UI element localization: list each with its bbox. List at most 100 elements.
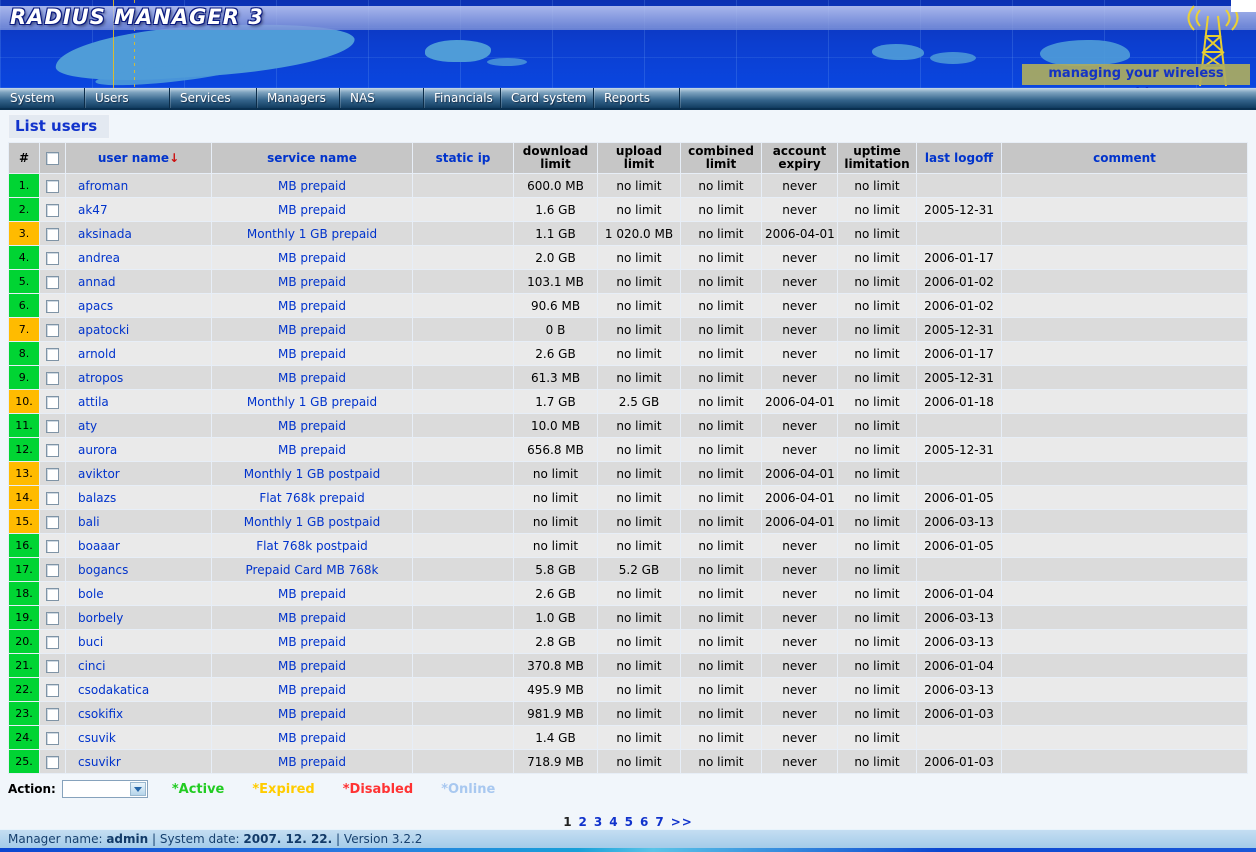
action-label: Action:	[8, 782, 56, 796]
col-header-last-logoff[interactable]: last logoff	[917, 143, 1001, 173]
row-checkbox[interactable]	[46, 588, 59, 601]
row-checkbox[interactable]	[46, 228, 59, 241]
user-name-link[interactable]: bole	[66, 582, 211, 605]
user-name-link[interactable]: buci	[66, 630, 211, 653]
nav-item-managers[interactable]: Managers	[257, 88, 340, 108]
user-name-link[interactable]: apatocki	[66, 318, 211, 341]
user-name-link[interactable]: bali	[66, 510, 211, 533]
user-name-link[interactable]: aksinada	[66, 222, 211, 245]
user-name-link[interactable]: aviktor	[66, 462, 211, 485]
pagination: 1234567>>	[8, 815, 1248, 829]
action-select[interactable]	[62, 780, 148, 798]
col-header-service-name[interactable]: service name	[212, 143, 412, 173]
col-header-comment[interactable]: comment	[1002, 143, 1247, 173]
download-limit-cell: 1.6 GB	[514, 198, 597, 221]
nav-item-card-system[interactable]: Card system	[501, 88, 594, 108]
last-logoff-cell: 2006-01-03	[917, 750, 1001, 773]
user-name-link[interactable]: arnold	[66, 342, 211, 365]
row-number-badge: 7.	[9, 318, 39, 341]
row-checkbox[interactable]	[46, 324, 59, 337]
nav-item-nas[interactable]: NAS	[340, 88, 424, 108]
upload-limit-cell: no limit	[598, 750, 680, 773]
row-checkbox[interactable]	[46, 684, 59, 697]
page-link-2[interactable]: 2	[579, 815, 588, 829]
service-name-cell: MB prepaid	[212, 270, 412, 293]
comment-cell	[1002, 486, 1247, 509]
last-logoff-cell	[917, 414, 1001, 437]
user-name-link[interactable]: csokifix	[66, 702, 211, 725]
page-link-4[interactable]: 4	[609, 815, 618, 829]
page-link-3[interactable]: 3	[594, 815, 603, 829]
account-expiry-cell: never	[762, 270, 837, 293]
user-name-link[interactable]: bogancs	[66, 558, 211, 581]
nav-item-users[interactable]: Users	[85, 88, 170, 108]
comment-cell	[1002, 366, 1247, 389]
page-link-6[interactable]: 6	[640, 815, 649, 829]
comment-cell	[1002, 462, 1247, 485]
user-name-link[interactable]: aty	[66, 414, 211, 437]
table-row: 13.aviktorMonthly 1 GB postpaidno limitn…	[9, 462, 1247, 485]
user-name-link[interactable]: apacs	[66, 294, 211, 317]
row-checkbox[interactable]	[46, 420, 59, 433]
page-link-7[interactable]: 7	[655, 815, 664, 829]
nav-item-reports[interactable]: Reports	[594, 88, 680, 108]
user-name-link[interactable]: csodakatica	[66, 678, 211, 701]
row-checkbox[interactable]	[46, 468, 59, 481]
row-checkbox[interactable]	[46, 300, 59, 313]
static-ip-cell	[413, 654, 513, 677]
download-limit-cell: 0 B	[514, 318, 597, 341]
table-row: 12.auroraMB prepaid656.8 MBno limitno li…	[9, 438, 1247, 461]
user-name-link[interactable]: attila	[66, 390, 211, 413]
user-name-link[interactable]: andrea	[66, 246, 211, 269]
static-ip-cell	[413, 342, 513, 365]
row-checkbox[interactable]	[46, 756, 59, 769]
user-name-link[interactable]: borbely	[66, 606, 211, 629]
row-checkbox[interactable]	[46, 708, 59, 721]
nav-item-financials[interactable]: Financials	[424, 88, 501, 108]
user-name-link[interactable]: ak47	[66, 198, 211, 221]
row-checkbox[interactable]	[46, 204, 59, 217]
user-name-link[interactable]: balazs	[66, 486, 211, 509]
account-expiry-cell: never	[762, 558, 837, 581]
user-name-link[interactable]: atropos	[66, 366, 211, 389]
row-checkbox[interactable]	[46, 540, 59, 553]
user-name-link[interactable]: csuvikr	[66, 750, 211, 773]
account-expiry-cell: never	[762, 294, 837, 317]
row-checkbox[interactable]	[46, 252, 59, 265]
row-checkbox[interactable]	[46, 564, 59, 577]
user-name-link[interactable]: afroman	[66, 174, 211, 197]
col-header-static-ip[interactable]: static ip	[413, 143, 513, 173]
uptime-limitation-cell: no limit	[838, 582, 916, 605]
combined-limit-cell: no limit	[681, 606, 761, 629]
row-select-cell	[40, 654, 65, 677]
row-checkbox[interactable]	[46, 492, 59, 505]
manager-value: admin	[106, 832, 148, 846]
user-name-link[interactable]: annad	[66, 270, 211, 293]
page-link-5[interactable]: 5	[625, 815, 634, 829]
row-checkbox[interactable]	[46, 612, 59, 625]
nav-item-services[interactable]: Services	[170, 88, 257, 108]
row-checkbox[interactable]	[46, 348, 59, 361]
row-checkbox[interactable]	[46, 516, 59, 529]
col-header-user-name[interactable]: user name↓	[66, 143, 211, 173]
row-checkbox[interactable]	[46, 396, 59, 409]
user-name-link[interactable]: cinci	[66, 654, 211, 677]
user-name-link[interactable]: boaaar	[66, 534, 211, 557]
row-checkbox[interactable]	[46, 372, 59, 385]
select-all-checkbox[interactable]	[46, 152, 59, 165]
row-checkbox[interactable]	[46, 276, 59, 289]
static-ip-cell	[413, 438, 513, 461]
user-name-link[interactable]: csuvik	[66, 726, 211, 749]
combined-limit-cell: no limit	[681, 654, 761, 677]
row-checkbox[interactable]	[46, 444, 59, 457]
page-next-link[interactable]: >>	[671, 815, 693, 829]
row-checkbox[interactable]	[46, 180, 59, 193]
user-name-link[interactable]: aurora	[66, 438, 211, 461]
row-checkbox[interactable]	[46, 732, 59, 745]
nav-item-system[interactable]: System	[0, 88, 85, 108]
chevron-down-icon[interactable]	[130, 782, 146, 796]
uptime-limitation-cell: no limit	[838, 654, 916, 677]
row-checkbox[interactable]	[46, 660, 59, 673]
row-checkbox[interactable]	[46, 636, 59, 649]
account-expiry-cell: never	[762, 534, 837, 557]
